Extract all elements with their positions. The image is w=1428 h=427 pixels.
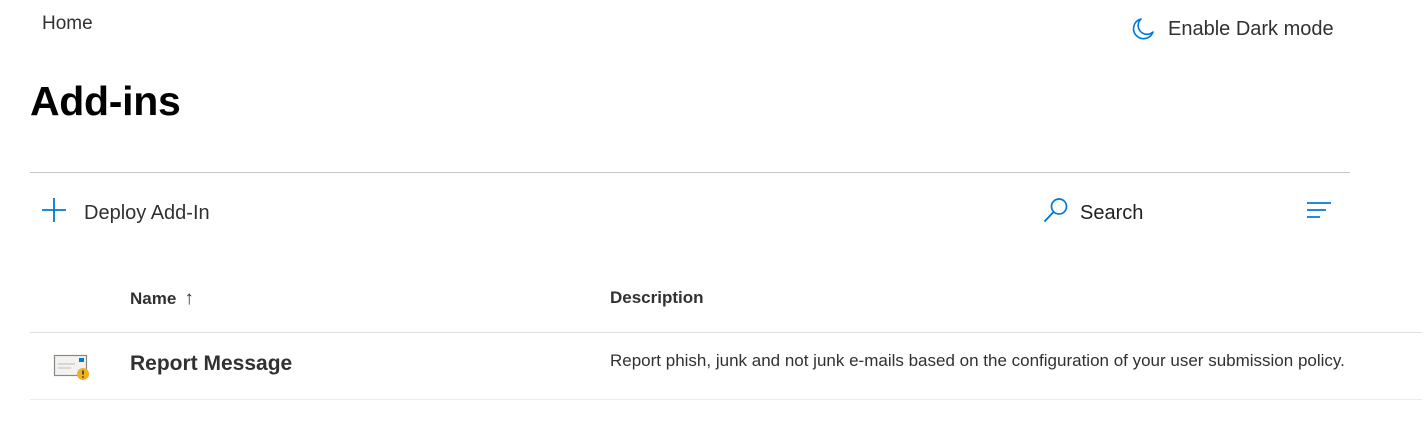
report-message-icon bbox=[53, 353, 91, 386]
column-header-name-label: Name bbox=[130, 289, 177, 308]
table-row[interactable]: Report Message Report phish, junk and no… bbox=[30, 333, 1422, 400]
table-header: Name ↑ Description bbox=[30, 276, 1422, 333]
search-input[interactable]: Search bbox=[1042, 196, 1143, 230]
row-name: Report Message bbox=[130, 352, 293, 375]
search-label: Search bbox=[1080, 201, 1144, 224]
view-options-button[interactable] bbox=[1304, 198, 1334, 227]
search-icon bbox=[1042, 196, 1070, 230]
deploy-add-in-button[interactable]: Deploy Add-In bbox=[40, 196, 210, 230]
add-ins-page: Home Enable Dark mode Add-ins Deploy Add… bbox=[0, 0, 1428, 427]
breadcrumb-home[interactable]: Home bbox=[42, 13, 93, 35]
column-header-description[interactable]: Description bbox=[610, 288, 704, 308]
header-divider bbox=[30, 172, 1350, 173]
sort-ascending-icon: ↑ bbox=[184, 288, 194, 309]
dark-mode-toggle[interactable]: Enable Dark mode bbox=[1130, 16, 1334, 42]
column-header-name[interactable]: Name ↑ bbox=[130, 288, 194, 310]
moon-icon bbox=[1130, 16, 1156, 42]
page-title: Add-ins bbox=[30, 78, 181, 124]
lines-icon bbox=[1304, 202, 1334, 226]
deploy-add-in-label: Deploy Add-In bbox=[84, 201, 210, 224]
plus-icon bbox=[40, 196, 68, 230]
row-description: Report phish, junk and not junk e-mails … bbox=[610, 351, 1345, 370]
dark-mode-label: Enable Dark mode bbox=[1168, 17, 1334, 40]
